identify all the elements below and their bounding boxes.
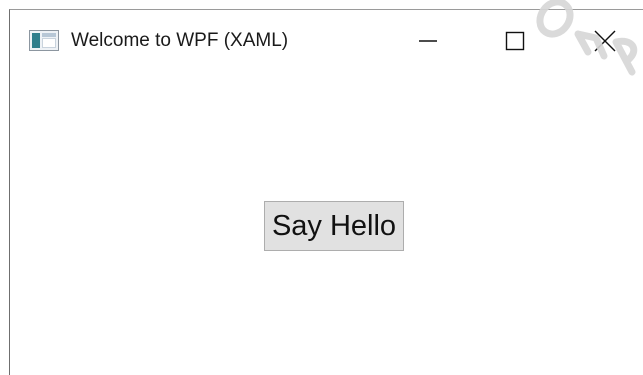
app-window: Welcome to WPF (XAML) Say Hello [9,9,643,375]
screen: Welcome to WPF (XAML) Say Hello [0,0,643,375]
maximize-button[interactable] [492,22,538,60]
title-bar[interactable]: Welcome to WPF (XAML) [10,10,643,72]
say-hello-button[interactable]: Say Hello [264,201,404,251]
window-title: Welcome to WPF (XAML) [71,30,289,51]
minimize-button[interactable] [405,22,451,60]
close-button[interactable] [582,22,628,60]
icon-pane-left [32,33,40,48]
window-content: Say Hello [10,72,643,375]
icon-pane-body [42,38,56,48]
icon-pane-top [42,33,56,37]
wpf-window-icon[interactable] [29,30,59,51]
maximize-icon [505,31,525,51]
close-icon [594,30,616,52]
minimize-icon [419,40,437,42]
